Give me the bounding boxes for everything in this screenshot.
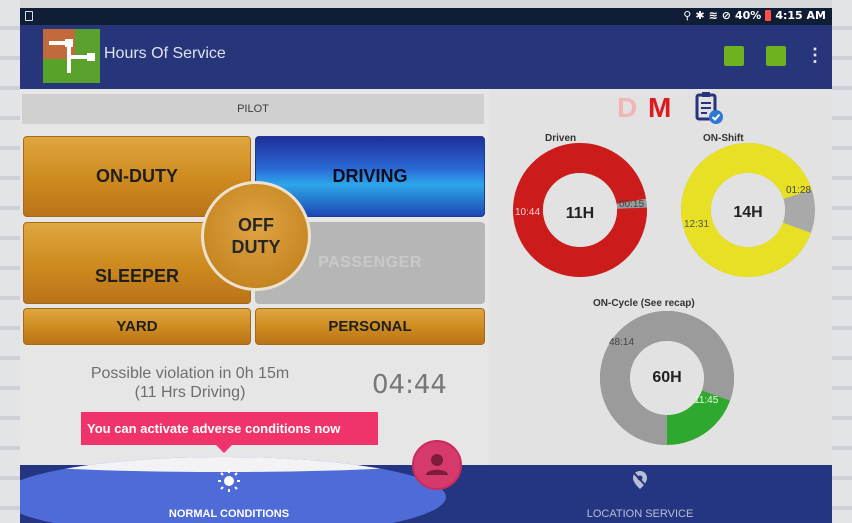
wifi-icon: ≋: [708, 9, 718, 22]
on-cycle-used-label: 48:14: [609, 337, 635, 348]
yard-button[interactable]: YARD: [23, 308, 251, 345]
adverse-conditions-tooltip: You can activate adverse conditions now: [81, 412, 378, 445]
app-logo-icon: [43, 29, 100, 83]
location-service-button[interactable]: LOCATION SERVICE: [575, 470, 705, 520]
background-right: [832, 0, 852, 523]
bluetooth-status-icon[interactable]: [724, 46, 744, 66]
driven-used-label: 10:44: [515, 207, 541, 218]
eld-status-icon[interactable]: [766, 46, 786, 66]
on-cycle-remaining-label: 11:45: [694, 395, 719, 406]
on-shift-remaining-label: 01:28: [786, 185, 812, 196]
violation-line-2: (11 Hrs Driving): [134, 384, 246, 401]
battery-percent: 40%: [735, 9, 762, 22]
driven-remaining-label: 00:15: [619, 199, 645, 210]
off-duty-label-1: OFF: [238, 215, 274, 235]
violation-warning: Possible violation in 0h 15m (11 Hrs Dri…: [60, 364, 320, 402]
driven-total: 11H: [565, 205, 595, 222]
dm-d-indicator: D: [617, 92, 638, 123]
clipboard-check-icon[interactable]: [694, 91, 724, 125]
overflow-menu-icon[interactable]: ⋮: [806, 45, 824, 65]
personal-button[interactable]: PERSONAL: [255, 308, 485, 345]
off-duty-button[interactable]: OFF DUTY: [201, 181, 311, 291]
normal-conditions-button[interactable]: NORMAL CONDITIONS: [164, 470, 294, 520]
app-window: ⚲ ✱ ≋ ⊘ 40% 4:15 AM Hours Of Service ⋮ P…: [20, 8, 832, 523]
normal-conditions-label: NORMAL CONDITIONS: [168, 508, 290, 520]
bluetooth-icon: ✱: [695, 9, 705, 22]
on-cycle-total: 60H: [652, 369, 682, 386]
location-service-label: LOCATION SERVICE: [586, 508, 694, 520]
battery-icon: [765, 10, 772, 21]
status-bar: ⚲ ✱ ≋ ⊘ 40% 4:15 AM: [20, 8, 832, 25]
driver-profile-button[interactable]: [412, 440, 462, 490]
driver-role-label[interactable]: PILOT: [22, 94, 484, 124]
status-right: ⚲ ✱ ≋ ⊘ 40% 4:15 AM: [683, 9, 826, 22]
app-bar: Hours Of Service ⋮: [20, 25, 832, 89]
dm-m-indicator: M: [648, 92, 672, 123]
on-cycle-title: ON-Cycle (See recap): [593, 298, 695, 309]
person-icon: [426, 454, 448, 475]
off-duty-label-2: DUTY: [231, 237, 281, 257]
location-off-icon: [632, 471, 648, 489]
on-shift-total: 14H: [733, 204, 763, 221]
dnd-icon: ⊘: [721, 9, 731, 22]
sun-icon: [218, 470, 240, 492]
notification-icon: [25, 11, 33, 21]
on-shift-used-label: 12:31: [684, 219, 710, 230]
background-left: [0, 0, 20, 523]
tooltip-pointer: [216, 445, 232, 453]
app-title: Hours Of Service: [104, 45, 226, 62]
clock: 4:15 AM: [775, 9, 826, 22]
location-status-icon: ⚲: [683, 9, 692, 22]
violation-timer: 04:44: [372, 370, 447, 400]
violation-line-1: Possible violation in 0h 15m: [90, 365, 290, 382]
